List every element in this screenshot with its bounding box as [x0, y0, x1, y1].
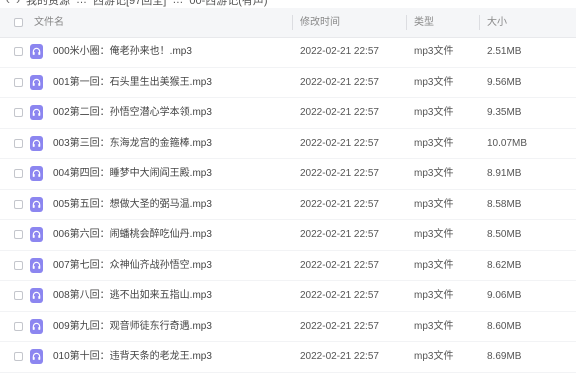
row-checkbox[interactable] — [14, 108, 23, 117]
file-type: mp3文件 — [414, 168, 454, 179]
breadcrumb-item[interactable]: 我的资源 — [26, 0, 70, 8]
breadcrumb-item[interactable]: 西游记[97回全] — [93, 0, 166, 8]
file-name[interactable]: 003第三回：东海龙宫的金箍棒.mp3 — [53, 129, 212, 159]
file-name[interactable]: 005第五回：想做大圣的弼马温.mp3 — [53, 190, 212, 220]
file-size: 9.35MB — [487, 107, 522, 118]
headphones-icon — [30, 349, 43, 364]
breadcrumb: ‹ › 我的资源 … 西游记[97回全] … 00-西游记(有声) — [6, 0, 268, 8]
modified-time: 2022-02-21 22:57 — [300, 351, 379, 362]
table-row[interactable]: 003第三回：东海龙宫的金箍棒.mp3 2022-02-21 22:57 mp3… — [0, 129, 576, 159]
file-list: 000米小圈：俺老孙来也！.mp3 2022-02-21 22:57 mp3文件… — [0, 37, 576, 373]
column-divider[interactable] — [406, 15, 407, 30]
headphones-icon — [30, 196, 43, 212]
file-type: mp3文件 — [414, 320, 454, 332]
row-checkbox[interactable] — [14, 47, 23, 56]
breadcrumb-bar: ‹ › 我的资源 … 西游记[97回全] … 00-西游记(有声) — [0, 0, 576, 8]
headphones-icon — [30, 318, 43, 334]
file-type: mp3文件 — [414, 229, 454, 240]
modified-time: 2022-02-21 22:57 — [300, 46, 379, 57]
headphones-icon — [30, 135, 43, 151]
headphones-icon — [30, 166, 43, 181]
row-checkbox[interactable] — [14, 352, 23, 361]
file-type: mp3文件 — [414, 198, 454, 210]
file-size: 10.07MB — [487, 137, 528, 149]
file-name[interactable]: 000米小圈：俺老孙来也！.mp3 — [53, 37, 192, 67]
file-size: 8.58MB — [487, 198, 522, 210]
column-header-type[interactable]: 类型 — [414, 8, 434, 37]
file-size: 2.51MB — [487, 46, 522, 57]
row-checkbox[interactable] — [14, 77, 23, 87]
row-checkbox[interactable] — [14, 321, 23, 331]
table-row[interactable]: 005第五回：想做大圣的弼马温.mp3 2022-02-21 22:57 mp3… — [0, 190, 576, 220]
table-row[interactable]: 009第九回：观音师徒东行奇遇.mp3 2022-02-21 22:57 mp3… — [0, 312, 576, 342]
column-header-size[interactable]: 大小 — [487, 8, 507, 37]
column-header-modified[interactable]: 修改时间 — [300, 8, 340, 37]
file-name[interactable]: 001第一回：石头里生出美猴王.mp3 — [53, 68, 212, 98]
table-row[interactable]: 004第四回：睡梦中大闹阎王殿.mp3 2022-02-21 22:57 mp3… — [0, 159, 576, 190]
column-divider[interactable] — [479, 15, 480, 30]
file-type: mp3文件 — [414, 290, 454, 301]
table-header: 文件名 修改时间 类型 大小 — [0, 8, 576, 38]
modified-time: 2022-02-21 22:57 — [300, 168, 379, 179]
select-all-checkbox[interactable] — [14, 18, 23, 27]
file-type: mp3文件 — [414, 76, 454, 88]
row-checkbox[interactable] — [14, 291, 23, 300]
file-name[interactable]: 008第八回：逃不出如来五指山.mp3 — [53, 281, 212, 311]
headphones-icon — [30, 227, 43, 242]
file-type: mp3文件 — [414, 107, 454, 118]
file-size: 8.62MB — [487, 259, 522, 271]
file-name[interactable]: 010第十回：违背天条的老龙王.mp3 — [53, 342, 212, 372]
table-row[interactable]: 002第二回：孙悟空潜心学本领.mp3 2022-02-21 22:57 mp3… — [0, 98, 576, 129]
table-row[interactable]: 001第一回：石头里生出美猴王.mp3 2022-02-21 22:57 mp3… — [0, 68, 576, 98]
file-name[interactable]: 009第九回：观音师徒东行奇遇.mp3 — [53, 312, 212, 342]
back-button[interactable]: ‹ — [6, 0, 10, 7]
table-row[interactable]: 010第十回：违背天条的老龙王.mp3 2022-02-21 22:57 mp3… — [0, 342, 576, 373]
modified-time: 2022-02-21 22:57 — [300, 229, 379, 240]
row-checkbox[interactable] — [14, 138, 23, 148]
headphones-icon — [30, 288, 43, 303]
headphones-icon — [30, 44, 43, 59]
breadcrumb-item[interactable]: … — [172, 0, 183, 6]
file-size: 8.69MB — [487, 351, 522, 362]
row-checkbox[interactable] — [14, 199, 23, 209]
table-row[interactable]: 008第八回：逃不出如来五指山.mp3 2022-02-21 22:57 mp3… — [0, 281, 576, 312]
column-header-name[interactable]: 文件名 — [34, 8, 64, 37]
row-checkbox[interactable] — [14, 169, 23, 178]
file-size: 8.50MB — [487, 229, 522, 240]
forward-button[interactable]: › — [16, 0, 20, 7]
column-divider[interactable] — [292, 15, 293, 30]
file-type: mp3文件 — [414, 46, 454, 57]
headphones-icon — [30, 257, 43, 273]
file-name[interactable]: 007第七回：众神仙齐战孙悟空.mp3 — [53, 251, 212, 281]
file-type: mp3文件 — [414, 259, 454, 271]
table-row[interactable]: 006第六回：闹蟠桃会醉吃仙丹.mp3 2022-02-21 22:57 mp3… — [0, 220, 576, 251]
row-checkbox[interactable] — [14, 230, 23, 239]
file-size: 9.06MB — [487, 290, 522, 301]
modified-time: 2022-02-21 22:57 — [300, 198, 379, 210]
modified-time: 2022-02-21 22:57 — [300, 320, 379, 332]
modified-time: 2022-02-21 22:57 — [300, 107, 379, 118]
file-size: 8.60MB — [487, 320, 522, 332]
file-type: mp3文件 — [414, 351, 454, 362]
table-row[interactable]: 007第七回：众神仙齐战孙悟空.mp3 2022-02-21 22:57 mp3… — [0, 251, 576, 281]
row-checkbox[interactable] — [14, 260, 23, 270]
breadcrumb-item[interactable]: 00-西游记(有声) — [189, 0, 267, 8]
file-name[interactable]: 002第二回：孙悟空潜心学本领.mp3 — [53, 98, 212, 128]
table-row[interactable]: 000米小圈：俺老孙来也！.mp3 2022-02-21 22:57 mp3文件… — [0, 37, 576, 68]
file-name[interactable]: 004第四回：睡梦中大闹阎王殿.mp3 — [53, 159, 212, 189]
breadcrumb-item[interactable]: … — [76, 0, 87, 6]
file-size: 9.56MB — [487, 76, 522, 88]
modified-time: 2022-02-21 22:57 — [300, 76, 379, 88]
modified-time: 2022-02-21 22:57 — [300, 290, 379, 301]
headphones-icon — [30, 74, 43, 90]
modified-time: 2022-02-21 22:57 — [300, 259, 379, 271]
file-name[interactable]: 006第六回：闹蟠桃会醉吃仙丹.mp3 — [53, 220, 212, 250]
file-type: mp3文件 — [414, 137, 454, 149]
headphones-icon — [30, 105, 43, 120]
modified-time: 2022-02-21 22:57 — [300, 137, 379, 149]
file-size: 8.91MB — [487, 168, 522, 179]
